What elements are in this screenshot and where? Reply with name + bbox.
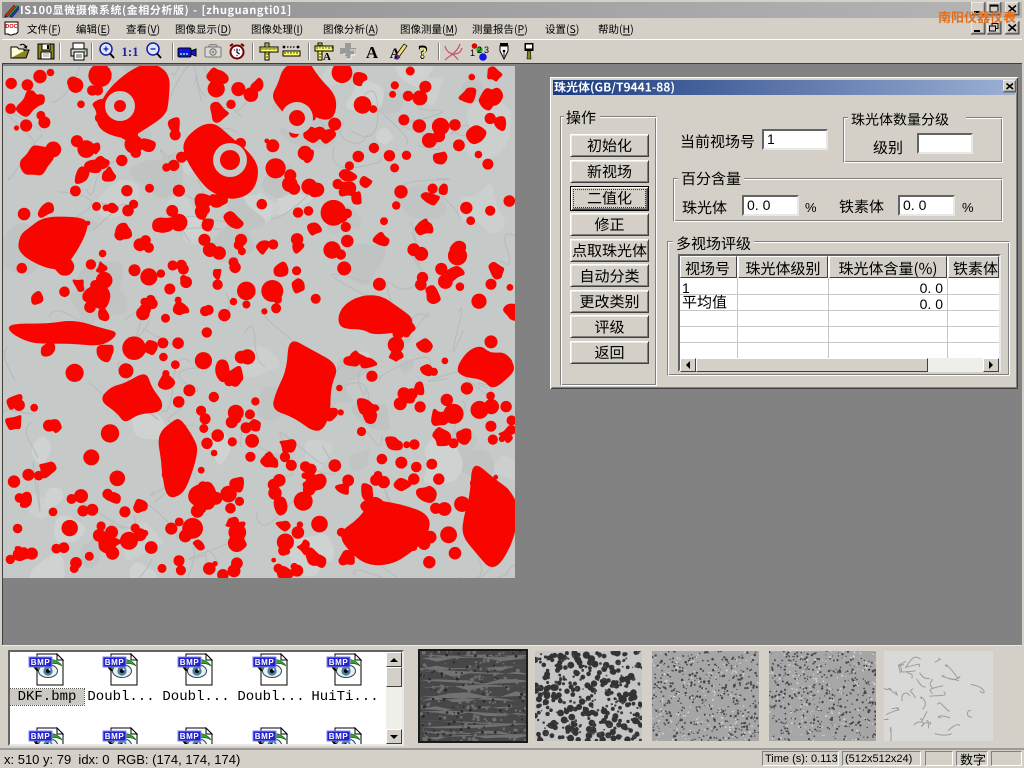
svg-text:BMP: BMP — [105, 732, 125, 741]
svg-text:BMP: BMP — [255, 732, 275, 741]
svg-text:1:1: 1:1 — [121, 44, 138, 59]
svg-text:BMP: BMP — [180, 658, 200, 667]
svg-text:A: A — [366, 43, 379, 62]
svg-text:1: 1 — [470, 48, 475, 58]
svg-text:BMP: BMP — [329, 732, 349, 741]
svg-text:BMP: BMP — [105, 658, 125, 667]
svg-text:DOC: DOC — [5, 24, 17, 30]
svg-text:BMP: BMP — [255, 658, 275, 667]
svg-text:BMP: BMP — [31, 732, 51, 741]
svg-text:BMP: BMP — [180, 732, 200, 741]
svg-text:A: A — [323, 51, 331, 62]
svg-text:BMP: BMP — [329, 658, 349, 667]
svg-text:2: 2 — [477, 45, 482, 55]
svg-text:3: 3 — [484, 45, 489, 55]
svg-text:?: ? — [419, 45, 427, 62]
svg-text:BMP: BMP — [31, 658, 51, 667]
